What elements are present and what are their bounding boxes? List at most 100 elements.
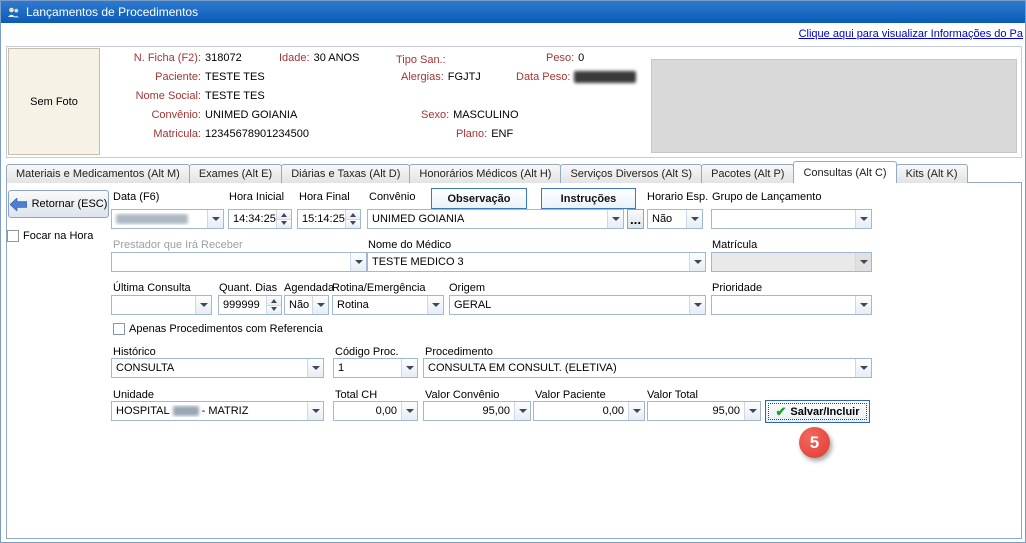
data-f6-select[interactable] <box>111 209 224 229</box>
alergias-label: Alergias: <box>401 71 444 83</box>
convenio-select[interactable]: UNIMED GOIANIA <box>367 209 624 229</box>
apenas-referencia-label: Apenas Procedimentos com Referencia <box>129 323 323 335</box>
spin-up-icon[interactable] <box>345 210 360 219</box>
salvar-incluir-button[interactable]: ✔ Salvar/Incluir <box>765 400 870 423</box>
spin-down-icon[interactable] <box>345 219 360 229</box>
convenio-label: Convênio: <box>106 109 201 121</box>
tab-honorarios-medicos[interactable]: Honorários Médicos (Alt H) <box>409 164 561 183</box>
horario-esp-select[interactable]: Não <box>647 209 703 229</box>
chevron-down-icon[interactable] <box>307 402 323 420</box>
quant-dias-value: 999999 <box>219 299 266 311</box>
valor-total-value: 95,00 <box>648 405 744 417</box>
checkbox-box[interactable] <box>113 323 125 335</box>
spin-up-icon[interactable] <box>266 296 281 305</box>
tipo-san-label: Tipo San.: <box>396 54 446 66</box>
tab-materiais-e-medicamentos[interactable]: Materiais e Medicamentos (Alt M) <box>6 164 190 183</box>
instrucoes-button[interactable]: Instruções <box>541 188 636 209</box>
origem-value: GERAL <box>450 299 689 311</box>
tab-exames[interactable]: Exames (Alt E) <box>189 164 282 183</box>
chevron-down-icon[interactable] <box>744 402 760 420</box>
matricula-form-label: Matrícula <box>712 239 757 251</box>
chevron-down-icon[interactable] <box>312 296 328 314</box>
peso-label: Peso: <box>546 52 574 64</box>
origem-select[interactable]: GERAL <box>449 295 706 315</box>
patient-name: Paciente:TESTE TES <box>106 71 265 83</box>
spin-up-icon[interactable] <box>276 210 291 219</box>
total-ch-select[interactable]: 0,00 <box>333 401 418 421</box>
chevron-down-icon[interactable] <box>689 296 705 314</box>
salvar-incluir-label: Salvar/Incluir <box>790 406 859 418</box>
patient-convenio: Convênio:UNIMED GOIANIA <box>106 109 297 121</box>
unidade-label: Unidade <box>113 389 154 401</box>
focar-na-hora-checkbox[interactable]: Focar na Hora <box>7 230 93 242</box>
tab-consultas[interactable]: Consultas (Alt C) <box>793 161 896 183</box>
chevron-down-icon[interactable] <box>689 253 705 271</box>
chevron-down-icon[interactable] <box>855 359 871 377</box>
historico-select[interactable]: CONSULTA <box>111 358 324 378</box>
tab-label: Kits (Alt K) <box>906 168 958 180</box>
tab-servicos-diversos[interactable]: Serviços Diversos (Alt S) <box>560 164 702 183</box>
hora-inicial-spinner[interactable]: 14:34:25 <box>228 209 292 229</box>
hora-inicial-value: 14:34:25 <box>229 213 276 225</box>
chevron-down-icon[interactable] <box>307 359 323 377</box>
observacao-button[interactable]: Observação <box>431 188 527 209</box>
spin-down-icon[interactable] <box>266 305 281 315</box>
horario-esp-label: Horario Esp. <box>647 191 708 203</box>
spin-down-icon[interactable] <box>276 219 291 229</box>
apenas-referencia-checkbox[interactable]: Apenas Procedimentos com Referencia <box>113 323 323 335</box>
tab-kits[interactable]: Kits (Alt K) <box>896 164 968 183</box>
chevron-down-icon[interactable] <box>401 359 417 377</box>
hora-inicial-label: Hora Inicial <box>229 191 284 203</box>
tab-label: Exames (Alt E) <box>199 168 272 180</box>
unidade-redacted-part <box>173 406 199 416</box>
spinner-buttons <box>345 210 360 228</box>
procedimento-select[interactable]: CONSULTA EM CONSULT. (ELETIVA) <box>423 358 872 378</box>
tab-label: Diárias e Taxas (Alt D) <box>291 168 400 180</box>
focar-label: Focar na Hora <box>23 230 93 242</box>
ficha-value: 318072 <box>205 52 242 64</box>
patient-info-link[interactable]: Clique aqui para visualizar Informações … <box>799 28 1023 40</box>
agendada-select[interactable]: Não <box>284 295 329 315</box>
patient-plano: Plano:ENF <box>456 128 513 140</box>
valor-total-select[interactable]: 95,00 <box>647 401 761 421</box>
chevron-down-icon[interactable] <box>207 210 223 228</box>
historico-value: CONSULTA <box>112 362 307 374</box>
valor-convenio-select[interactable]: 95,00 <box>423 401 531 421</box>
ultima-consulta-select[interactable] <box>111 295 212 315</box>
chevron-down-icon[interactable] <box>195 296 211 314</box>
quant-dias-spinner[interactable]: 999999 <box>218 295 282 315</box>
hora-final-spinner[interactable]: 15:14:25 <box>297 209 361 229</box>
valor-paciente-select[interactable]: 0,00 <box>533 401 645 421</box>
chevron-down-icon[interactable] <box>855 296 871 314</box>
chevron-down-icon[interactable] <box>427 296 443 314</box>
chevron-down-icon[interactable] <box>686 210 702 228</box>
procedimento-label: Procedimento <box>425 346 493 358</box>
tab-pacotes[interactable]: Pacotes (Alt P) <box>701 164 794 183</box>
chevron-down-icon[interactable] <box>350 253 366 271</box>
prestador-select[interactable] <box>111 252 367 272</box>
grupo-lancamento-select[interactable] <box>711 209 872 229</box>
chevron-down-icon[interactable] <box>855 210 871 228</box>
total-ch-label: Total CH <box>335 389 377 401</box>
codigo-proc-select[interactable]: 1 <box>333 358 418 378</box>
patient-idade: Idade:30 ANOS <box>279 52 359 64</box>
chevron-down-icon[interactable] <box>514 402 530 420</box>
patient-peso: Peso:0 <box>546 52 584 64</box>
window-title: Lançamentos de Procedimentos <box>26 5 198 19</box>
idade-value: 30 ANOS <box>314 52 360 64</box>
rotina-emergencia-select[interactable]: Rotina <box>332 295 444 315</box>
plano-label: Plano: <box>456 128 487 140</box>
unidade-select[interactable]: HOSPITAL- MATRIZ <box>111 401 324 421</box>
prioridade-select[interactable] <box>711 295 872 315</box>
convenio-browse-button[interactable]: ... <box>627 209 644 229</box>
chevron-down-icon[interactable] <box>628 402 644 420</box>
chevron-down-icon[interactable] <box>607 210 623 228</box>
patient-tipo-san: Tipo San.: <box>396 54 450 66</box>
ficha-label: N. Ficha (F2): <box>106 52 201 64</box>
chevron-down-icon[interactable] <box>401 402 417 420</box>
tab-diarias-e-taxas[interactable]: Diárias e Taxas (Alt D) <box>281 164 410 183</box>
sexo-value: MASCULINO <box>453 109 518 121</box>
nome-medico-select[interactable]: TESTE MEDICO 3 <box>367 252 706 272</box>
retornar-button[interactable]: Retornar (ESC) <box>8 190 109 218</box>
checkbox-box[interactable] <box>7 230 19 242</box>
